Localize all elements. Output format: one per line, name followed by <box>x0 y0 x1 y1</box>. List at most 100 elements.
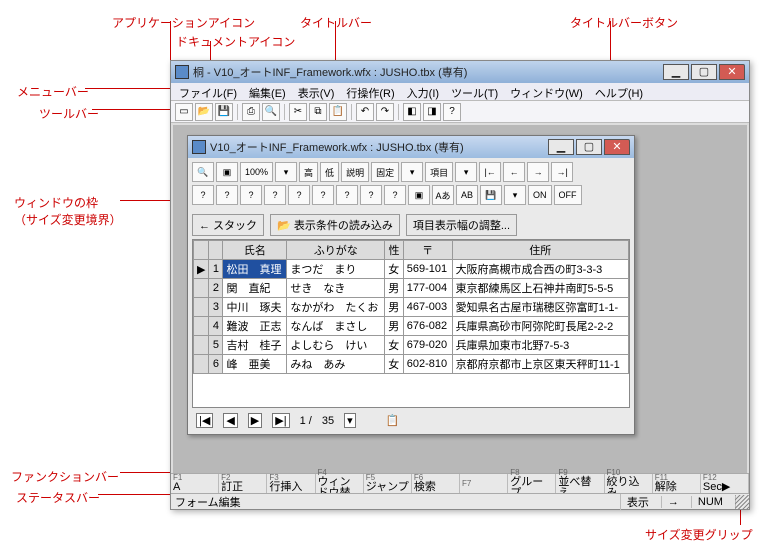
table-row[interactable]: 2関 直紀せき なき男177-004東京都練馬区上石神井南町5-5-5 <box>194 279 629 298</box>
cell-kana[interactable]: まつだ まり <box>287 260 385 279</box>
tb2-btn[interactable]: ? <box>384 185 406 205</box>
cell-name[interactable]: 中川 琢夫 <box>223 298 287 317</box>
zoom-in-icon[interactable]: 🔍 <box>192 162 214 182</box>
tb-save-icon[interactable]: 💾 <box>215 103 233 121</box>
fkey-f5[interactable]: F5ジャンプ <box>364 474 412 493</box>
menubar[interactable]: ファイル(F) 編集(E) 表示(V) 行操作(R) 入力(I) ツール(T) … <box>171 83 749 101</box>
close-button[interactable]: ✕ <box>719 64 745 80</box>
fkey-f3[interactable]: F3行挿入 <box>267 474 315 493</box>
tb2-btn[interactable]: ▣ <box>408 185 430 205</box>
minimize-button[interactable]: ▁ <box>663 64 689 80</box>
tb-first-icon[interactable]: |← <box>479 162 501 182</box>
col-indicator[interactable] <box>194 241 209 260</box>
zoom-pct[interactable]: 100% <box>240 162 273 182</box>
tb-new-icon[interactable]: ▭ <box>175 103 193 121</box>
fkey-f1[interactable]: F1A <box>171 474 219 493</box>
zoom-fit-icon[interactable]: ▣ <box>216 162 238 182</box>
cell-name[interactable]: 難波 正志 <box>223 317 287 336</box>
tb-preview-icon[interactable]: 🔍 <box>262 103 280 121</box>
cell-kana[interactable]: なんば まさし <box>287 317 385 336</box>
tb-last-icon[interactable]: →| <box>551 162 573 182</box>
fkey-f12[interactable]: F12Sec▶ <box>701 474 749 493</box>
menu-input[interactable]: 入力(I) <box>403 85 443 98</box>
fkey-f11[interactable]: F11解除 <box>653 474 701 493</box>
tb-fixed-dd-icon[interactable]: ▾ <box>401 162 423 182</box>
cell-sex[interactable]: 女 <box>385 355 404 374</box>
table-row[interactable]: 6峰 亜美みね あみ女602-810京都府京都市上京区東天秤町11-1 <box>194 355 629 374</box>
col-addr[interactable]: 住所 <box>452 241 628 260</box>
col-width-button[interactable]: 項目表示幅の調整... <box>406 214 517 236</box>
nav-next-icon[interactable]: ▶ <box>248 413 262 428</box>
cell-name[interactable]: 峰 亜美 <box>223 355 287 374</box>
tb2-btn[interactable]: ? <box>360 185 382 205</box>
tb-on[interactable]: ON <box>528 185 552 205</box>
child-close-button[interactable]: ✕ <box>604 139 630 155</box>
tb-help-icon[interactable]: ? <box>443 103 461 121</box>
cell-sex[interactable]: 男 <box>385 317 404 336</box>
tb2-btn[interactable]: ? <box>312 185 334 205</box>
tb-item-dd-icon[interactable]: ▾ <box>455 162 477 182</box>
fkey-f8[interactable]: F8グループ <box>508 474 556 493</box>
cell-addr[interactable]: 愛知県名古屋市瑞穂区弥富町1-1- <box>452 298 628 317</box>
zoom-dd-icon[interactable]: ▾ <box>275 162 297 182</box>
col-kana[interactable]: ふりがな <box>287 241 385 260</box>
menu-file[interactable]: ファイル(F) <box>175 85 241 98</box>
cell-kana[interactable]: せき なき <box>287 279 385 298</box>
cell-addr[interactable]: 東京都練馬区上石神井南町5-5-5 <box>452 279 628 298</box>
cell-sex[interactable]: 女 <box>385 336 404 355</box>
tb2-aあ-icon[interactable]: Aあ <box>432 185 454 205</box>
tb-high[interactable]: 高 <box>299 162 318 182</box>
cell-zip[interactable]: 602-810 <box>403 355 452 374</box>
maximize-button[interactable]: ▢ <box>691 64 717 80</box>
col-sex[interactable]: 性 <box>385 241 404 260</box>
tb-misc1-icon[interactable]: ◧ <box>403 103 421 121</box>
table-row[interactable]: ▶1松田 真理まつだ まり女569-101大阪府高槻市成合西の町3-3-3 <box>194 260 629 279</box>
tb-paste-icon[interactable]: 📋 <box>329 103 347 121</box>
tb-open-icon[interactable]: 📂 <box>195 103 213 121</box>
app-titlebar[interactable]: 桐 - V10_オートINF_Framework.wfx : JUSHO.tbx… <box>171 61 749 83</box>
fkey-f6[interactable]: F6検索 <box>412 474 460 493</box>
cell-kana[interactable]: よしむら けい <box>287 336 385 355</box>
cell-sex[interactable]: 男 <box>385 279 404 298</box>
table-row[interactable]: 5吉村 桂子よしむら けい女679-020兵庫県加東市北野7-5-3 <box>194 336 629 355</box>
cell-addr[interactable]: 大阪府高槻市成合西の町3-3-3 <box>452 260 628 279</box>
cell-addr[interactable]: 京都府京都市上京区東天秤町11-1 <box>452 355 628 374</box>
fkey-f7[interactable]: F7 <box>460 474 508 493</box>
cell-addr[interactable]: 兵庫県加東市北野7-5-3 <box>452 336 628 355</box>
nav-prev-icon[interactable]: ◀ <box>223 413 237 428</box>
menu-view[interactable]: 表示(V) <box>294 85 339 98</box>
tb2-save-icon[interactable]: 💾 <box>480 185 502 205</box>
tb-prev-icon[interactable]: ← <box>503 162 525 182</box>
menu-tool[interactable]: ツール(T) <box>447 85 502 98</box>
tb2-aB-icon[interactable]: AB <box>456 185 478 205</box>
load-cond-button[interactable]: 📂 表示条件の読み込み <box>270 214 400 236</box>
stack-button[interactable]: ← スタック <box>192 214 264 236</box>
tb-off[interactable]: OFF <box>554 185 582 205</box>
tb-fixed[interactable]: 固定 <box>371 162 399 182</box>
tb2-btn[interactable]: ? <box>288 185 310 205</box>
cell-addr[interactable]: 兵庫県高砂市阿弥陀町長尾2-2-2 <box>452 317 628 336</box>
table-row[interactable]: 3中川 琢夫なかがわ たくお男467-003愛知県名古屋市瑞穂区弥富町1-1- <box>194 298 629 317</box>
child-titlebar[interactable]: V10_オートINF_Framework.wfx : JUSHO.tbx (専有… <box>188 136 634 158</box>
nav-first-icon[interactable]: |◀ <box>196 413 213 428</box>
cell-sex[interactable]: 男 <box>385 298 404 317</box>
menu-edit[interactable]: 編集(E) <box>245 85 290 98</box>
tb-undo-icon[interactable]: ↶ <box>356 103 374 121</box>
cell-name[interactable]: 松田 真理 <box>223 260 287 279</box>
data-grid[interactable]: 氏名 ふりがな 性 〒 住所 ▶1松田 真理まつだ まり女569-101大阪府高… <box>192 239 630 408</box>
cell-zip[interactable]: 467-003 <box>403 298 452 317</box>
tb-low[interactable]: 低 <box>320 162 339 182</box>
fkey-f10[interactable]: F10絞り込み <box>605 474 653 493</box>
fkey-f4[interactable]: F4ウィンドウ替 <box>316 474 364 493</box>
cell-zip[interactable]: 679-020 <box>403 336 452 355</box>
tb-next-icon[interactable]: → <box>527 162 549 182</box>
clipboard-icon[interactable]: 📋 <box>386 414 400 427</box>
nav-last-icon[interactable]: ▶| <box>272 413 289 428</box>
fkey-f2[interactable]: F2訂正 <box>219 474 267 493</box>
tb-cut-icon[interactable]: ✂ <box>289 103 307 121</box>
table-row[interactable]: 4難波 正志なんば まさし男676-082兵庫県高砂市阿弥陀町長尾2-2-2 <box>194 317 629 336</box>
cell-sex[interactable]: 女 <box>385 260 404 279</box>
resize-grip[interactable] <box>735 495 749 509</box>
tb-print-icon[interactable]: ⎙ <box>242 103 260 121</box>
cell-name[interactable]: 関 直紀 <box>223 279 287 298</box>
